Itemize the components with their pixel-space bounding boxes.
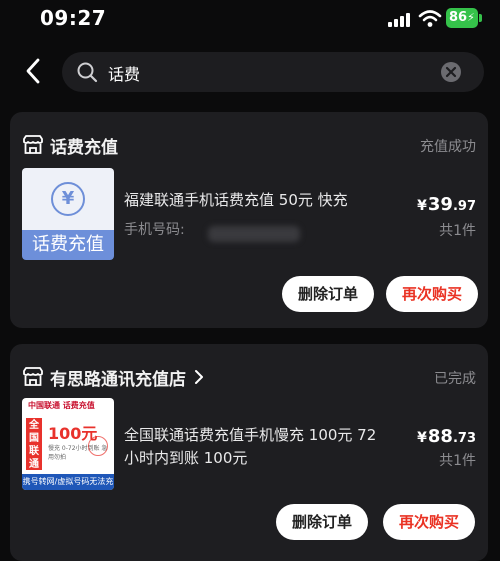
price-currency: ¥: [417, 430, 427, 446]
price-integer: 39: [427, 194, 453, 215]
rebuy-button[interactable]: 再次购买: [383, 504, 475, 540]
shop-name[interactable]: 有思路通讯充值店: [50, 365, 186, 390]
clock-time: 09:27: [40, 6, 107, 30]
product-thumbnail[interactable]: 中国联通 话费充值 全国联通 100元 慢充 0-72小时到账 急用勿拍 携号转…: [22, 398, 114, 490]
shop-header: 话费充值: [22, 132, 118, 158]
shop-name[interactable]: 话费充值: [50, 133, 118, 158]
wifi-icon: [418, 10, 442, 27]
thumbnail-brand: 中国联通 话费充值: [28, 401, 95, 410]
product-price: ¥88.73: [417, 426, 476, 447]
shop-icon: [23, 367, 43, 386]
delete-order-button[interactable]: 删除订单: [276, 504, 368, 540]
phone-number-redacted: [208, 226, 300, 242]
product-title[interactable]: 福建联通手机话费充值 50元 快充: [124, 189, 348, 212]
thumbnail-footer: 携号转网/虚拟号码无法充值: [22, 474, 114, 490]
back-chevron-icon[interactable]: [20, 56, 46, 86]
product-title-line1[interactable]: 全国联通话费充值手机慢充 100元 72: [124, 424, 376, 447]
search-icon: [77, 62, 98, 83]
battery-icon: 86⚡: [446, 8, 478, 28]
product-quantity: 共1件: [439, 453, 476, 469]
chevron-right-icon[interactable]: [194, 369, 204, 385]
status-bar: 09:27 86⚡: [0, 0, 500, 44]
search-input[interactable]: 话费: [62, 52, 484, 92]
order-status: 充值成功: [420, 139, 476, 155]
thumbnail-side-label: 全国联通: [26, 418, 42, 470]
battery-tip: [479, 14, 482, 22]
order-card[interactable]: 有思路通讯充值店 已完成 中国联通 话费充值 全国联通 100元 慢充 0-72…: [10, 344, 488, 561]
price-currency: ¥: [417, 198, 427, 214]
price-integer: 88: [427, 426, 453, 447]
product-thumbnail[interactable]: ¥ 话费充值: [22, 168, 114, 260]
product-price: ¥39.97: [417, 194, 476, 215]
order-status: 已完成: [434, 371, 476, 387]
search-query[interactable]: 话费: [108, 61, 140, 85]
product-quantity: 共1件: [439, 223, 476, 239]
clear-icon[interactable]: [440, 61, 462, 83]
phone-label: 手机号码:: [124, 222, 185, 238]
stamp-icon: [88, 436, 108, 456]
thumbnail-label: 话费充值: [22, 230, 114, 260]
shop-icon: [23, 135, 43, 154]
yen-coin-icon: ¥: [51, 182, 85, 216]
battery-level: 86: [449, 10, 468, 25]
price-decimal: .73: [452, 431, 476, 446]
order-card[interactable]: 话费充值 充值成功 ¥ 话费充值 福建联通手机话费充值 50元 快充 手机号码:…: [10, 112, 488, 328]
price-decimal: .97: [452, 199, 476, 214]
rebuy-button[interactable]: 再次购买: [386, 276, 478, 312]
shop-header[interactable]: 有思路通讯充值店: [22, 364, 204, 390]
delete-order-button[interactable]: 删除订单: [282, 276, 374, 312]
cellular-signal-icon: [388, 13, 412, 27]
thumbnail-top: ¥: [22, 168, 114, 230]
product-title-line2[interactable]: 小时内到账 100元: [124, 447, 247, 470]
